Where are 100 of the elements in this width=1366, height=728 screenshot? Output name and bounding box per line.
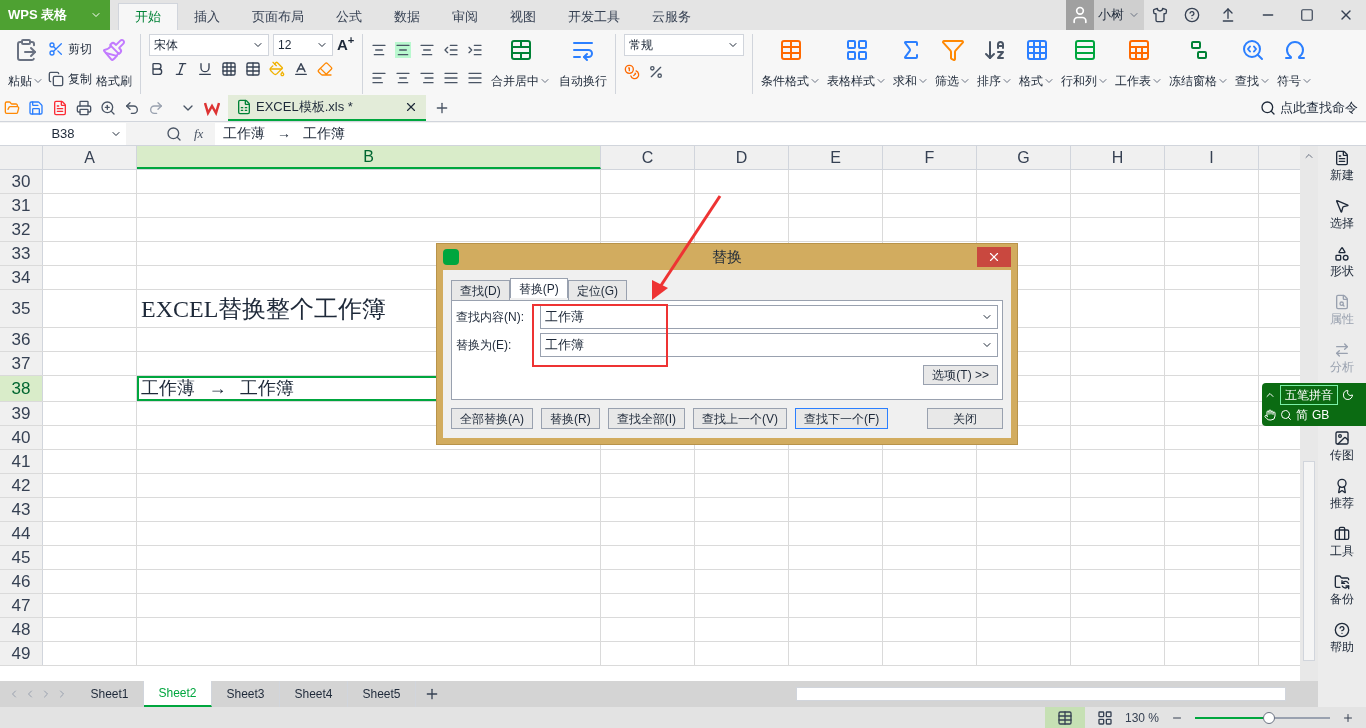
ribbon-button[interactable]: 求和	[893, 34, 930, 94]
paste-button[interactable]: 粘贴	[8, 34, 44, 94]
sidebar-item[interactable]: 选择	[1330, 198, 1354, 232]
cut-button[interactable]: 剪切	[48, 40, 92, 58]
ribbon-button[interactable]: 筛选	[935, 34, 972, 94]
row-header[interactable]: 46	[0, 570, 43, 593]
sidebar-item[interactable]: 传图	[1330, 430, 1354, 464]
row-header[interactable]: 42	[0, 474, 43, 497]
align-left-icon[interactable]	[371, 70, 388, 86]
sidebar-item[interactable]: 新建	[1330, 150, 1354, 184]
row-header[interactable]: 35	[0, 290, 43, 327]
zoom-level[interactable]: 130 %	[1124, 708, 1159, 727]
wrap-text-button[interactable]: 自动换行	[559, 34, 608, 94]
sidebar-item[interactable]: 工具	[1330, 526, 1354, 560]
dialog-tab[interactable]: 查找(D)	[451, 280, 510, 300]
print-icon[interactable]	[76, 99, 92, 116]
sidebar-item[interactable]: 备份	[1330, 574, 1354, 608]
italic-icon[interactable]	[173, 60, 189, 77]
menu-tab[interactable]: 云服务	[636, 3, 707, 30]
dialog-tab[interactable]: 定位(G)	[567, 280, 627, 300]
save-icon[interactable]	[28, 99, 44, 116]
column-header[interactable]: B	[137, 146, 601, 169]
undo-icon[interactable]	[124, 99, 140, 116]
border-icon[interactable]	[221, 60, 237, 77]
name-box[interactable]: B38	[0, 122, 126, 145]
row-header[interactable]: 45	[0, 546, 43, 569]
sidebar-item[interactable]: 形状	[1330, 246, 1354, 280]
row-header[interactable]: 49	[0, 642, 43, 665]
dialog-button[interactable]: 全部替换(A)	[451, 408, 533, 429]
menu-tab[interactable]: 开发工具	[552, 3, 636, 30]
ribbon-button[interactable]: 行和列	[1061, 34, 1110, 94]
document-tab[interactable]: EXCEL模板.xls *	[228, 94, 426, 121]
horizontal-scrollbar[interactable]	[796, 687, 1286, 701]
row-header[interactable]: 39	[0, 402, 43, 425]
dialog-button[interactable]: 查找上一个(V)	[693, 408, 787, 429]
ime-script[interactable]: 简	[1296, 406, 1308, 424]
formula-field[interactable]: 工作薄 → 工作簿	[215, 122, 1366, 145]
menu-tab[interactable]: 开始	[118, 3, 178, 30]
justify-icon[interactable]	[443, 70, 460, 86]
ribbon-button[interactable]: 工作表	[1115, 34, 1164, 94]
column-header[interactable]: I	[1165, 146, 1259, 169]
sidebar-item[interactable]: 帮助	[1330, 622, 1354, 656]
format-painter-button[interactable]: 格式刷	[96, 34, 132, 94]
column-header[interactable]: F	[883, 146, 977, 169]
bold-icon[interactable]	[149, 60, 165, 77]
normal-view-button[interactable]	[1044, 707, 1085, 728]
menu-tab[interactable]: 公式	[320, 3, 378, 30]
row-header[interactable]: 33	[0, 242, 43, 265]
column-header[interactable]: E	[789, 146, 883, 169]
column-header[interactable]: C	[601, 146, 695, 169]
options-button[interactable]: 选项(T) >>	[923, 365, 998, 385]
ribbon-button[interactable]: 排序	[977, 34, 1014, 94]
input-field[interactable]: 工作簿	[540, 333, 998, 357]
underline-icon[interactable]	[197, 60, 213, 77]
align-right-icon[interactable]	[419, 70, 436, 86]
row-header[interactable]: 31	[0, 194, 43, 217]
row-header[interactable]: 38	[0, 376, 43, 401]
fill-color-icon[interactable]	[269, 60, 285, 77]
row-header[interactable]: 36	[0, 328, 43, 351]
row-header[interactable]: 41	[0, 450, 43, 473]
dialog-button[interactable]: 查找下一个(F)	[795, 408, 889, 429]
close-button[interactable]	[977, 247, 1011, 267]
align-middle-icon[interactable]	[395, 42, 412, 58]
ime-mode[interactable]: 五笔拼音	[1280, 385, 1338, 405]
zoom-formula-icon[interactable]	[166, 125, 182, 142]
currency-icon[interactable]	[624, 64, 641, 80]
merge-center-button[interactable]: 合并居中	[491, 34, 552, 94]
copy-button[interactable]: 复制	[48, 70, 92, 88]
menu-tab[interactable]: 插入	[178, 3, 236, 30]
table-style-icon[interactable]	[245, 60, 261, 77]
number-format-select[interactable]: 常规	[624, 34, 745, 56]
sidebar-item[interactable]: 推荐	[1330, 478, 1354, 512]
row-header[interactable]: 34	[0, 266, 43, 289]
column-header[interactable]: D	[695, 146, 789, 169]
distribute-icon[interactable]	[467, 70, 484, 86]
dialog-tab[interactable]: 替换(P)	[509, 278, 568, 298]
row-header[interactable]: 32	[0, 218, 43, 241]
maximize-icon[interactable]	[1300, 8, 1314, 22]
function-button[interactable]: fx	[194, 123, 204, 144]
page-break-icon[interactable]	[1096, 709, 1113, 726]
grow-font-button[interactable]: A$^{+}$	[337, 34, 355, 57]
upload-icon[interactable]	[1220, 7, 1236, 23]
zoom-slider-track[interactable]	[1195, 711, 1330, 724]
menu-tab[interactable]: 审阅	[436, 3, 494, 30]
ribbon-button[interactable]: 条件格式	[761, 34, 822, 94]
row-header[interactable]: 43	[0, 498, 43, 521]
row-header[interactable]: 44	[0, 522, 43, 545]
moon-icon[interactable]	[1342, 389, 1354, 401]
shirt-icon[interactable]	[1152, 7, 1168, 23]
hand-icon[interactable]	[1264, 409, 1276, 421]
ribbon-button[interactable]: 表格样式	[827, 34, 888, 94]
align-bottom-icon[interactable]	[419, 42, 436, 58]
align-top-icon[interactable]	[371, 42, 388, 58]
row-header[interactable]: 30	[0, 170, 43, 193]
font-color-icon[interactable]	[293, 60, 309, 77]
close-dialog-button[interactable]: 关闭	[927, 408, 1003, 429]
row-header[interactable]: 48	[0, 618, 43, 641]
row-header[interactable]: 47	[0, 594, 43, 617]
align-center-icon[interactable]	[395, 70, 412, 86]
indent-icon[interactable]	[467, 42, 484, 58]
